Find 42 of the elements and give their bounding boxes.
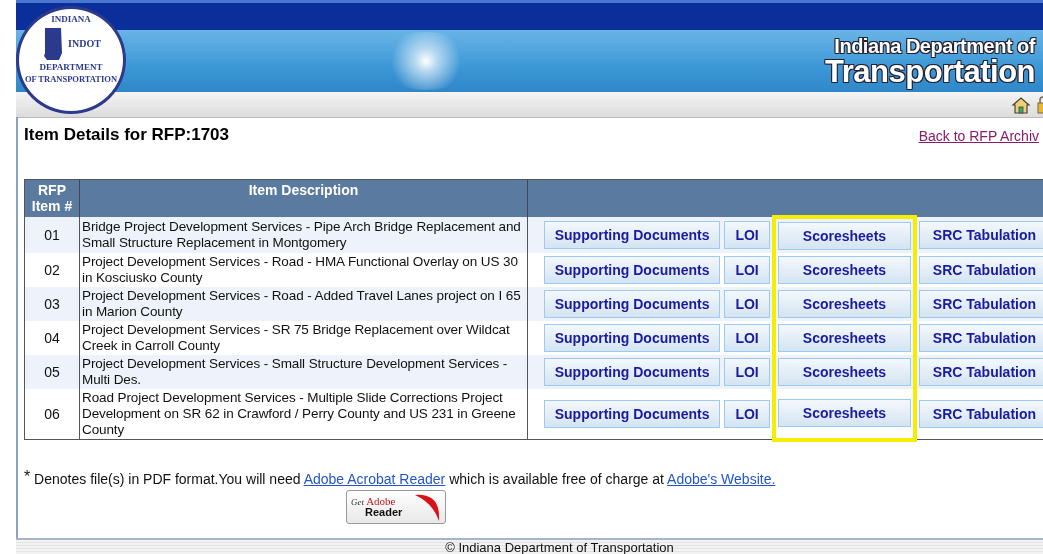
action-button[interactable]: SRC Tabulation [918, 290, 1043, 318]
action-button[interactable]: Supporting Documents [544, 400, 721, 428]
table-cell: Road Project Development Services - Multiple Slide Corrections Project Development on SR 62 in Crawford / Perry County and US 231 in Greene County [79, 389, 528, 440]
action-button[interactable]: LOI [724, 400, 770, 428]
action-button[interactable]: Supporting Documents [544, 221, 721, 249]
action-button[interactable]: Scoresheets [777, 324, 911, 352]
action-button[interactable]: SRC Tabulation [918, 221, 1043, 249]
table-cell: 01 [24, 217, 80, 253]
table-cell: Bridge Project Development Services - Pipe Arch Bridge Replacement and Small Structure Replacement in Montgomery [79, 217, 528, 253]
action-button[interactable]: SRC Tabulation [918, 324, 1043, 352]
action-button[interactable]: Scoresheets [777, 358, 911, 386]
action-button[interactable]: Scoresheets [777, 256, 911, 284]
action-button[interactable]: Supporting Documents [544, 324, 721, 352]
get-reader-badge[interactable]: Get Adobe Reader [346, 489, 446, 524]
action-button[interactable]: Scoresheets [777, 399, 911, 428]
table-cell: 06 [24, 389, 80, 440]
action-button[interactable]: Scoresheets [777, 290, 911, 318]
action-button[interactable]: LOI [724, 358, 770, 386]
action-button[interactable]: SRC Tabulation [918, 256, 1043, 284]
table-cell: 03 [24, 287, 80, 321]
acrobat-link[interactable]: Adobe Acrobat Reader [303, 470, 446, 487]
action-button[interactable]: Scoresheets [777, 222, 911, 250]
action-button[interactable]: LOI [724, 221, 770, 249]
action-button[interactable]: SRC Tabulation [918, 400, 1043, 428]
table-cell: 05 [24, 355, 80, 389]
copyright-text: © Indiana Department of Transportation [445, 540, 674, 554]
adobe-website-link[interactable]: Adobe's Website. [667, 470, 776, 487]
action-button[interactable]: Supporting Documents [544, 358, 721, 386]
action-button[interactable]: LOI [724, 256, 770, 284]
table-cell: Project Development Services - Road - Added Travel Lanes project on I 65 in Marion County [79, 287, 528, 321]
action-button[interactable]: Supporting Documents [544, 290, 721, 318]
back-link[interactable]: Back to RFP Archiv [918, 128, 1039, 144]
column-header: Item Description [79, 179, 528, 217]
action-button[interactable]: LOI [724, 324, 770, 352]
action-button[interactable]: Supporting Documents [544, 256, 721, 284]
home-icon[interactable] [1011, 95, 1031, 114]
action-button[interactable]: SRC Tabulation [918, 358, 1043, 386]
agency-title: Indiana Department of [834, 35, 1035, 56]
column-header: RFP Item # [24, 179, 80, 217]
table-cell: Project Development Services - Small Structure Development Services - Multi Des. [79, 355, 528, 389]
page-title: Item Details for RFP:1703 [24, 125, 229, 145]
action-button[interactable]: LOI [724, 290, 770, 318]
